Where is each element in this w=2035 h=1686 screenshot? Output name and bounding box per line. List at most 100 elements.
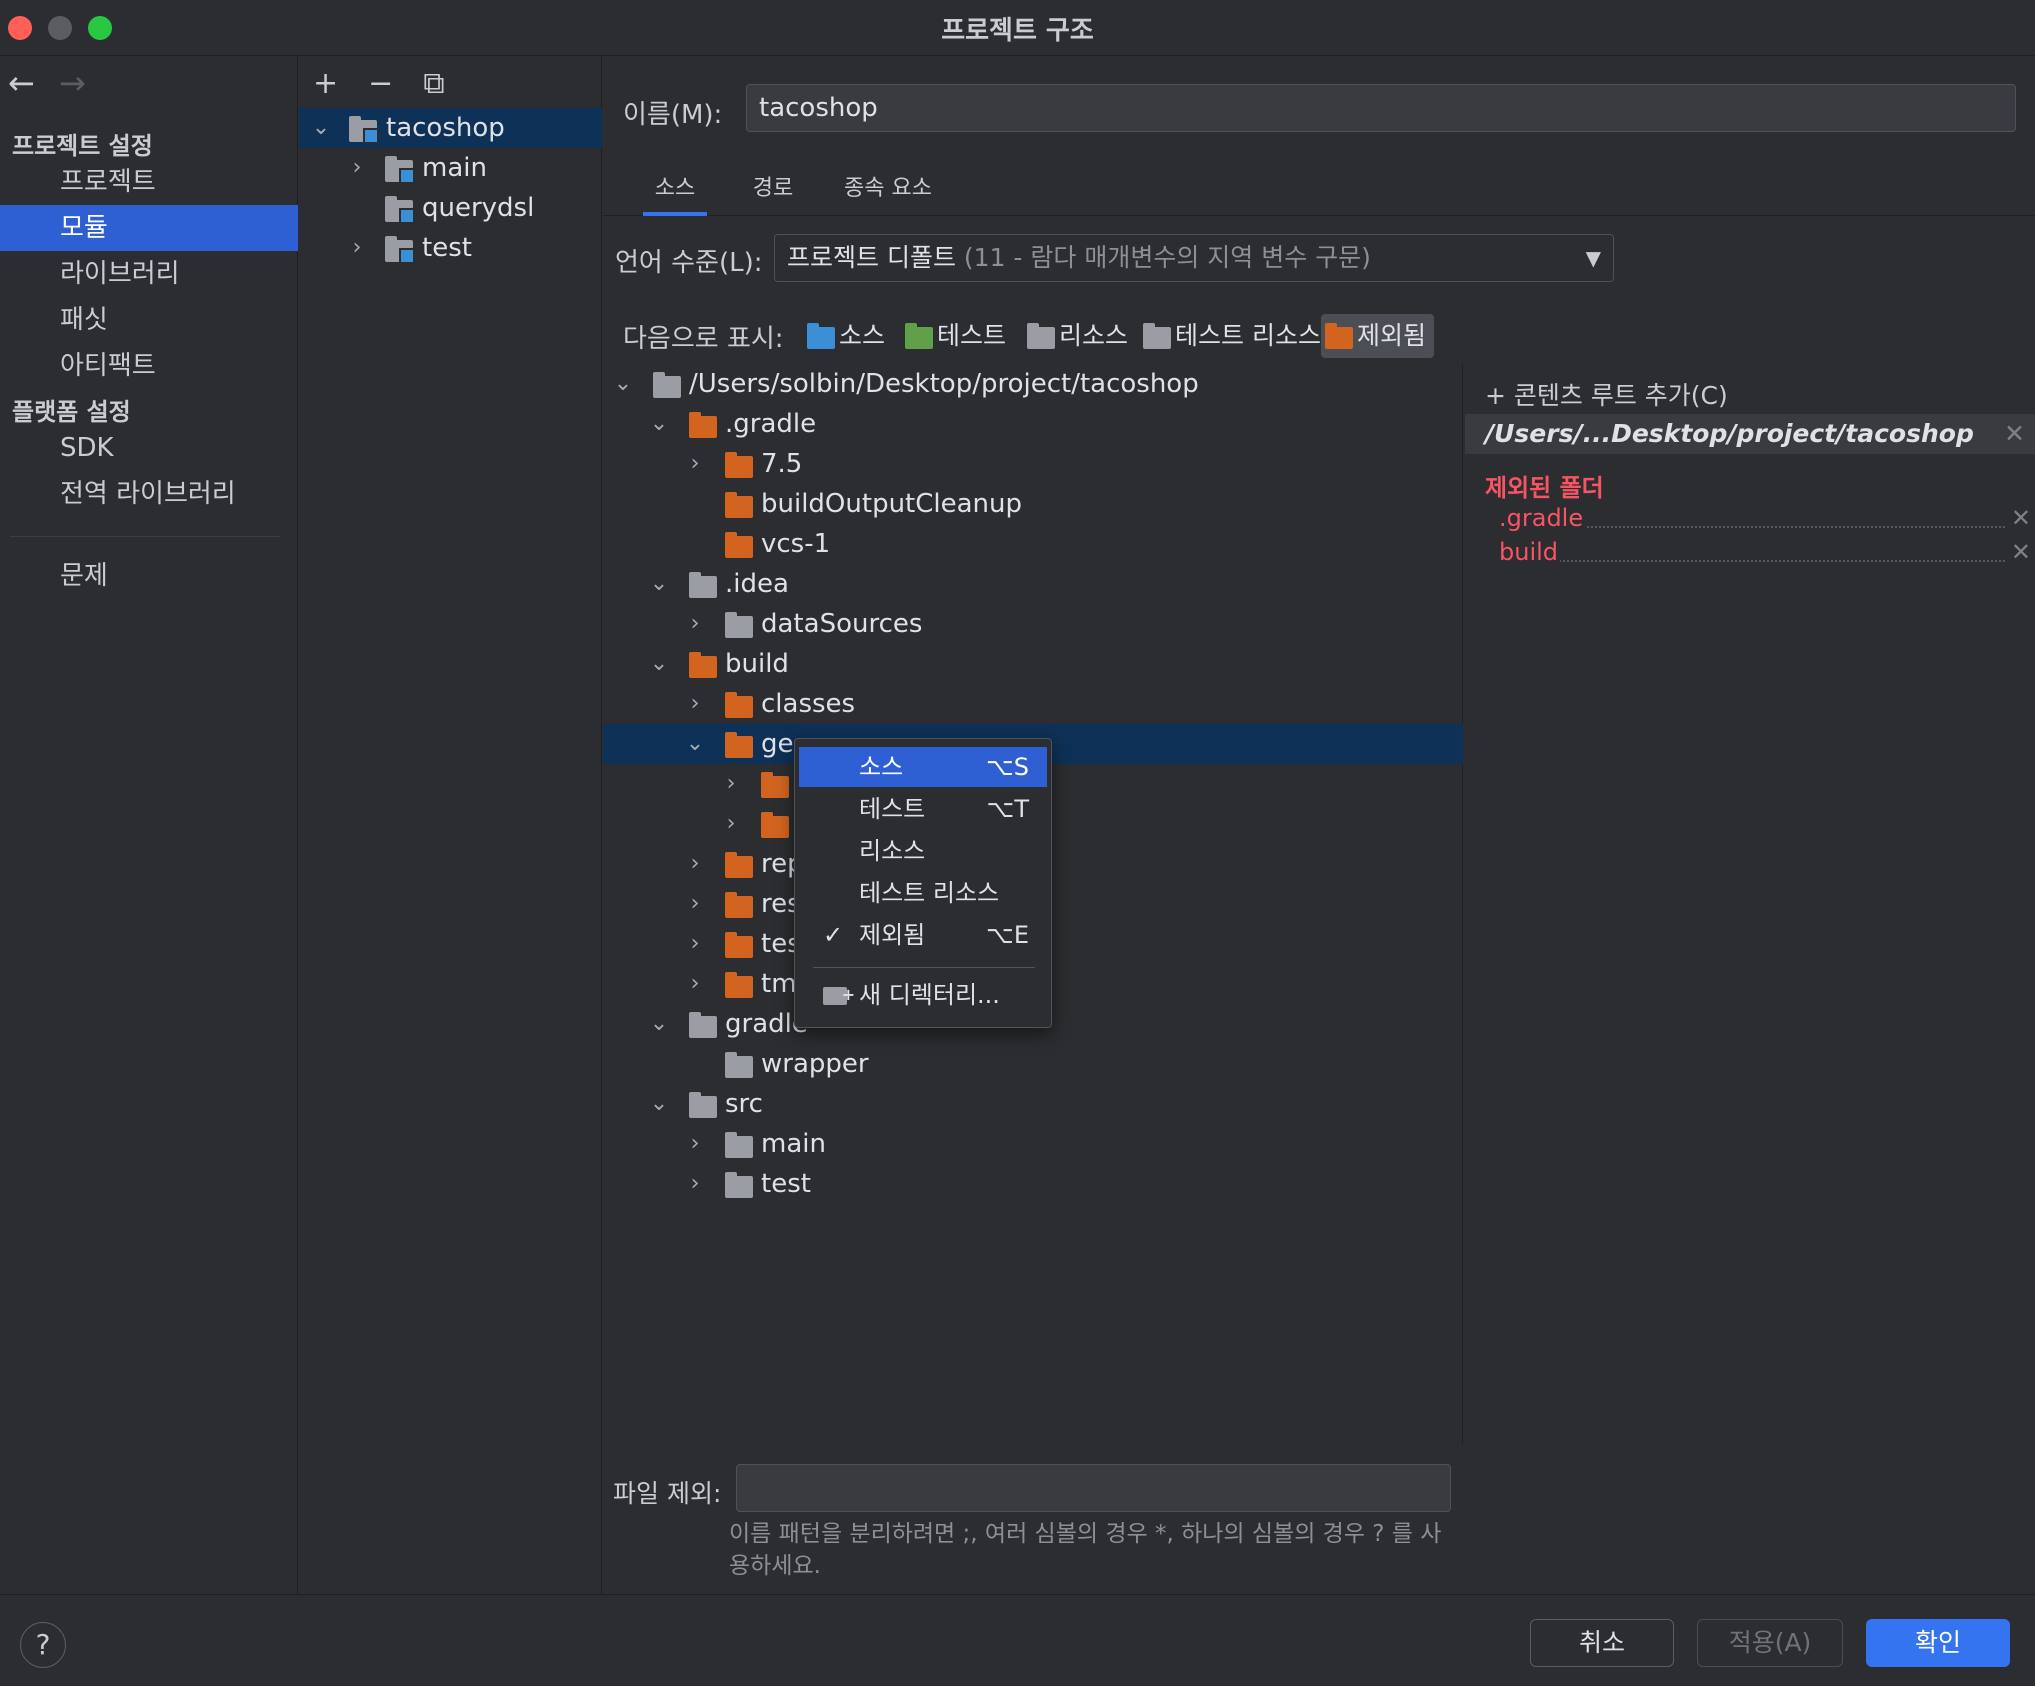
chevron-right-icon[interactable]: › <box>721 804 741 844</box>
chevron-right-icon[interactable]: › <box>685 884 705 924</box>
chevron-down-icon[interactable]: ⌄ <box>311 108 331 148</box>
excluded-folder-icon <box>725 532 753 558</box>
dropdown-caret-icon: ▼ <box>1585 246 1601 270</box>
help-button[interactable]: ? <box>20 1622 66 1668</box>
popup-item-new-directory[interactable]: 새 디렉터리... <box>799 975 1047 1015</box>
exclude-files-hint: 이름 패턴을 분리하려면 ;, 여러 심볼의 경우 *, 하나의 심볼의 경우 … <box>729 1521 1442 1579</box>
ok-button[interactable]: 확인 <box>1866 1619 2010 1667</box>
chevron-down-icon[interactable]: ⌄ <box>649 404 669 444</box>
chevron-down-icon[interactable]: ⌄ <box>649 1084 669 1124</box>
chevron-down-icon[interactable]: ⌄ <box>649 564 669 604</box>
add-icon[interactable]: + <box>313 66 338 101</box>
popup-item-test-resources[interactable]: 테스트 리소스 <box>799 873 1047 913</box>
tree-row[interactable]: › 7.5 <box>603 444 1463 484</box>
name-label: 이름(M): <box>623 100 723 130</box>
popup-item-tests[interactable]: 테스트 ⌥T <box>799 789 1047 829</box>
popup-item-excluded[interactable]: ✓ 제외됨 ⌥E <box>799 915 1047 955</box>
popup-item-shortcut: ⌥E <box>986 921 1029 949</box>
mark-test-resources-button[interactable]: 테스트 리소스 <box>1139 314 1321 358</box>
apply-button[interactable]: 적용(A) <box>1697 1619 1843 1667</box>
module-row-querydsl[interactable]: querydsl <box>299 188 602 228</box>
module-label: test <box>422 233 472 263</box>
arrow-left-icon[interactable]: ← <box>8 64 35 104</box>
folder-icon <box>689 1092 717 1118</box>
module-row-main[interactable]: › main <box>299 148 602 188</box>
tree-row[interactable]: › test <box>603 1164 1463 1204</box>
popup-item-resources[interactable]: 리소스 <box>799 831 1047 871</box>
close-icon[interactable]: ✕ <box>2011 538 2031 566</box>
chevron-down-icon[interactable]: ⌄ <box>613 364 633 404</box>
chevron-right-icon[interactable]: › <box>685 924 705 964</box>
mark-directory-popup: 소스 ⌥S 테스트 ⌥T 리소스 테스트 리소스 ✓ 제외됨 ⌥E 새 디렉터리… <box>794 738 1052 1028</box>
tree-row[interactable]: ⌄ .gradle <box>603 404 1463 444</box>
tab-dependencies[interactable]: 종속 요소 <box>843 170 933 202</box>
tree-row[interactable]: ⌄ src <box>603 1084 1463 1124</box>
tab-paths[interactable]: 경로 <box>751 170 795 202</box>
tree-row[interactable]: ⌄ .idea <box>603 564 1463 604</box>
chevron-right-icon[interactable]: › <box>685 844 705 884</box>
nav-item-facets[interactable]: 패싯 <box>0 297 298 343</box>
tree-row-label: tm <box>761 969 797 999</box>
chevron-right-icon[interactable]: › <box>685 444 705 484</box>
chevron-right-icon[interactable]: › <box>685 604 705 644</box>
tree-row[interactable]: › main <box>603 1124 1463 1164</box>
chevron-right-icon[interactable]: › <box>685 684 705 724</box>
module-row-tacoshop[interactable]: ⌄ tacoshop <box>299 108 602 148</box>
tree-row-label: build <box>725 649 789 679</box>
module-name-field[interactable]: tacoshop <box>746 84 2016 132</box>
cancel-button[interactable]: 취소 <box>1530 1619 1674 1667</box>
nav-item-project[interactable]: 프로젝트 <box>0 159 298 205</box>
language-level-select[interactable]: 프로젝트 디폴트 (11 - 람다 매개변수의 지역 변수 구문) ▼ <box>774 234 1614 282</box>
chevron-down-icon[interactable]: ⌄ <box>649 644 669 684</box>
chevron-right-icon[interactable]: › <box>685 964 705 1004</box>
exclude-files-field[interactable] <box>736 1464 1451 1512</box>
close-icon[interactable]: ✕ <box>2004 414 2025 454</box>
chevron-right-icon[interactable]: › <box>685 1124 705 1164</box>
new-folder-icon <box>823 975 855 1015</box>
resource-folder-icon <box>1027 323 1055 349</box>
tree-row[interactable]: › dataSources <box>603 604 1463 644</box>
folder-icon <box>653 372 681 398</box>
nav-item-artifacts[interactable]: 아티팩트 <box>0 343 298 389</box>
tree-row[interactable]: buildOutputCleanup <box>603 484 1463 524</box>
module-row-test[interactable]: › test <box>299 228 602 268</box>
nav-item-libraries[interactable]: 라이브러리 <box>0 251 298 297</box>
nav-item-modules[interactable]: 모듈 <box>0 205 298 251</box>
mark-resources-button[interactable]: 리소스 <box>1023 314 1128 358</box>
mark-tests-button[interactable]: 테스트 <box>901 314 1006 358</box>
chevron-right-icon[interactable]: › <box>347 148 367 188</box>
tree-row[interactable]: ⌄ /Users/solbin/Desktop/project/tacoshop <box>603 364 1463 404</box>
chevron-right-icon[interactable]: › <box>685 1164 705 1204</box>
chevron-down-icon[interactable]: ⌄ <box>685 724 705 764</box>
mark-sources-button[interactable]: 소스 <box>803 314 885 358</box>
popup-item-label: 테스트 <box>859 795 926 823</box>
nav-item-problems[interactable]: 문제 <box>0 553 298 599</box>
dialog-button-bar: ? 취소 적용(A) 확인 <box>0 1594 2035 1686</box>
window-title: 프로젝트 구조 <box>941 16 1094 46</box>
chevron-right-icon[interactable]: › <box>347 228 367 268</box>
close-icon[interactable]: ✕ <box>2011 504 2031 532</box>
folder-icon <box>725 1132 753 1158</box>
module-toolbar: + − ⧉ <box>313 66 445 101</box>
mark-excluded-button[interactable]: 제외됨 <box>1321 314 1435 358</box>
chevron-right-icon[interactable]: › <box>721 764 741 804</box>
remove-icon[interactable]: − <box>368 66 393 101</box>
tab-sources[interactable]: 소스 <box>643 170 707 216</box>
tree-row[interactable]: wrapper <box>603 1044 1463 1084</box>
language-level-value: 프로젝트 디폴트 <box>787 243 956 272</box>
popup-item-sources[interactable]: 소스 ⌥S <box>799 747 1047 787</box>
copy-icon[interactable]: ⧉ <box>423 66 444 101</box>
chevron-down-icon[interactable]: ⌄ <box>649 1004 669 1044</box>
tree-row[interactable]: ⌄ build <box>603 644 1463 684</box>
mark-tests-label: 테스트 <box>937 321 1007 350</box>
tree-row[interactable]: › classes <box>603 684 1463 724</box>
add-content-root-button[interactable]: + 콘텐츠 루트 추가(C) <box>1485 376 1728 412</box>
excluded-folder-icon <box>725 692 753 718</box>
tree-row[interactable]: vcs-1 <box>603 524 1463 564</box>
section-platform-settings: 플랫폼 설정 <box>12 398 131 426</box>
tree-row-label: ge <box>761 729 794 759</box>
nav-item-sdk[interactable]: SDK <box>0 425 298 471</box>
nav-item-global-libraries[interactable]: 전역 라이브러리 <box>0 471 298 517</box>
mark-excluded-label: 제외됨 <box>1357 321 1427 350</box>
arrow-right-icon[interactable]: → <box>59 64 86 104</box>
